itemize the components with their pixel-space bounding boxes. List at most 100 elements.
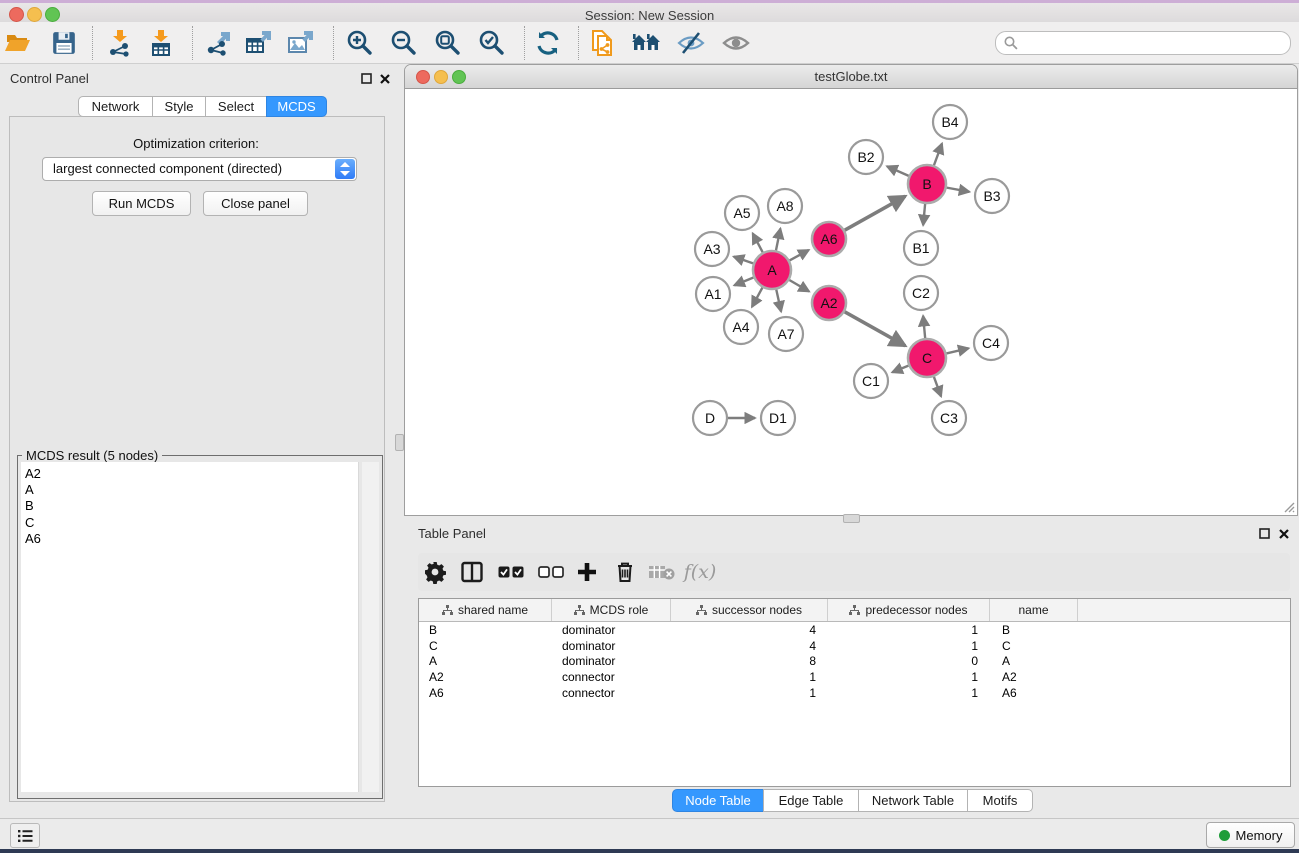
add-column-icon[interactable] (570, 556, 604, 588)
vertical-split-handle[interactable] (395, 434, 404, 451)
tab-network[interactable]: Network (78, 96, 153, 117)
mcds-list-scrollbar[interactable] (362, 462, 379, 792)
graph-edge-B-B3[interactable] (947, 188, 970, 192)
export-network-icon[interactable] (203, 27, 235, 59)
zoom-out-icon[interactable] (388, 27, 420, 59)
toolbar-separator (192, 26, 193, 60)
select-all-icon[interactable] (494, 556, 528, 588)
control-panel-float-icon[interactable] (360, 72, 373, 85)
table-panel-float-icon[interactable] (1258, 527, 1271, 540)
column-header-mcds-role[interactable]: MCDS role (552, 599, 671, 621)
table-panel-close-icon[interactable] (1277, 527, 1290, 540)
table-row[interactable]: A2connector11A2 (419, 669, 1290, 685)
graph-edge-A-A8[interactable] (776, 229, 780, 251)
table-row[interactable]: Adominator80A (419, 654, 1290, 670)
tab-select[interactable]: Select (205, 96, 267, 117)
window-title: Session: New Session (0, 8, 1299, 23)
graph-edge-A-A2[interactable] (789, 280, 809, 291)
tab-edge-table[interactable]: Edge Table (763, 789, 859, 812)
column-header-shared-name[interactable]: shared name (419, 599, 552, 621)
graph-edge-A-A5[interactable] (753, 233, 763, 252)
node-table[interactable]: shared nameMCDS rolesuccessor nodesprede… (418, 598, 1291, 787)
tab-mcds[interactable]: MCDS (266, 96, 327, 117)
graph-edge-C-C4[interactable] (946, 348, 968, 353)
mcds-result-list[interactable]: A2ABCA6 (21, 462, 359, 792)
criterion-dropdown[interactable]: largest connected component (directed) (42, 157, 357, 181)
table-toolbar: f(x) (418, 553, 1290, 591)
graph-node-label-A5: A5 (733, 205, 750, 221)
export-image-icon[interactable] (285, 27, 317, 59)
graph-edge-A-A1[interactable] (734, 278, 753, 286)
table-body[interactable]: Bdominator41BCdominator41CAdominator80AA… (419, 622, 1290, 701)
zoom-fit-icon[interactable] (432, 27, 464, 59)
graph-edge-A-A4[interactable] (752, 288, 762, 307)
table-row[interactable]: A6connector11A6 (419, 685, 1290, 701)
zoom-selected-icon[interactable] (476, 27, 508, 59)
zoom-in-icon[interactable] (344, 27, 376, 59)
network-window-titlebar[interactable]: testGlobe.txt (405, 65, 1297, 89)
graph-edge-C-C2[interactable] (923, 316, 925, 338)
network-canvas[interactable]: AA1A2A3A4A5A6A7A8BB1B2B3B4CC1C2C3C4DD1 (405, 88, 1297, 515)
table-cell: 8 (671, 654, 828, 668)
graph-edge-A2-C[interactable] (845, 312, 906, 346)
window-titlebar[interactable]: Session: New Session (0, 3, 1299, 23)
export-table-icon[interactable] (243, 27, 275, 59)
mcds-result-item[interactable]: A (21, 482, 358, 498)
search-field[interactable] (995, 31, 1291, 55)
window-resize-grip[interactable] (1281, 499, 1295, 513)
graph-node-label-B1: B1 (912, 240, 929, 256)
save-session-icon[interactable] (48, 27, 80, 59)
import-table-icon[interactable] (145, 27, 177, 59)
delete-column-icon[interactable] (608, 556, 642, 588)
mcds-result-item[interactable]: A2 (21, 466, 358, 482)
import-network-icon[interactable] (104, 27, 136, 59)
deselect-all-icon[interactable] (534, 556, 568, 588)
memory-label: Memory (1236, 828, 1283, 843)
refresh-layout-icon[interactable] (532, 27, 564, 59)
graph-edge-B-B2[interactable] (887, 166, 909, 176)
mcds-result-item[interactable]: A6 (21, 531, 358, 547)
column-header-name[interactable]: name (990, 599, 1078, 621)
table-header-row[interactable]: shared nameMCDS rolesuccessor nodesprede… (419, 599, 1290, 622)
mcds-result-item[interactable]: B (21, 498, 358, 514)
graph-edge-B-B4[interactable] (934, 144, 942, 166)
run-mcds-button[interactable]: Run MCDS (92, 191, 191, 216)
column-layout-icon[interactable] (455, 556, 489, 588)
tab-node-table[interactable]: Node Table (672, 789, 764, 812)
column-header-predecessor-nodes[interactable]: predecessor nodes (828, 599, 990, 621)
close-panel-button[interactable]: Close panel (203, 191, 308, 216)
graph-edge-B-B1[interactable] (923, 204, 925, 225)
graph-edge-A-A7[interactable] (776, 290, 781, 312)
table-cell: A6 (419, 686, 552, 700)
graph-edge-A-A3[interactable] (734, 257, 753, 264)
open-session-icon[interactable] (2, 27, 34, 59)
graph-node-label-D1: D1 (769, 410, 787, 426)
table-row[interactable]: Bdominator41B (419, 622, 1290, 638)
graph-node-label-B: B (922, 176, 931, 192)
duplicate-network-icon[interactable] (586, 27, 618, 59)
mcds-result-item[interactable]: C (21, 515, 358, 531)
graph-edge-A-A6[interactable] (790, 250, 809, 260)
graph-edge-C-C3[interactable] (934, 377, 941, 397)
task-history-button[interactable] (10, 823, 40, 848)
graph-node-label-C4: C4 (982, 335, 1000, 351)
settings-gear-icon[interactable] (418, 556, 452, 588)
table-cell: dominator (552, 623, 671, 637)
list-icon (17, 829, 33, 843)
tab-motifs[interactable]: Motifs (967, 789, 1033, 812)
column-header-successor-nodes[interactable]: successor nodes (671, 599, 828, 621)
search-input[interactable] (1024, 35, 1278, 51)
graph-edge-C-C1[interactable] (892, 366, 908, 373)
hide-graphics-details-icon[interactable] (675, 27, 707, 59)
memory-button[interactable]: Memory (1206, 822, 1295, 848)
home-views-icon[interactable] (630, 27, 662, 59)
tab-network-table[interactable]: Network Table (858, 789, 968, 812)
tab-style[interactable]: Style (152, 96, 206, 117)
table-row[interactable]: Cdominator41C (419, 638, 1290, 654)
graph-edge-A6-B[interactable] (845, 196, 906, 230)
graph-node-label-A3: A3 (703, 241, 720, 257)
control-panel-close-icon[interactable] (378, 72, 391, 85)
show-graphics-details-icon[interactable] (720, 27, 752, 59)
table-cell: connector (552, 670, 671, 684)
horizontal-split-handle[interactable] (843, 514, 860, 523)
